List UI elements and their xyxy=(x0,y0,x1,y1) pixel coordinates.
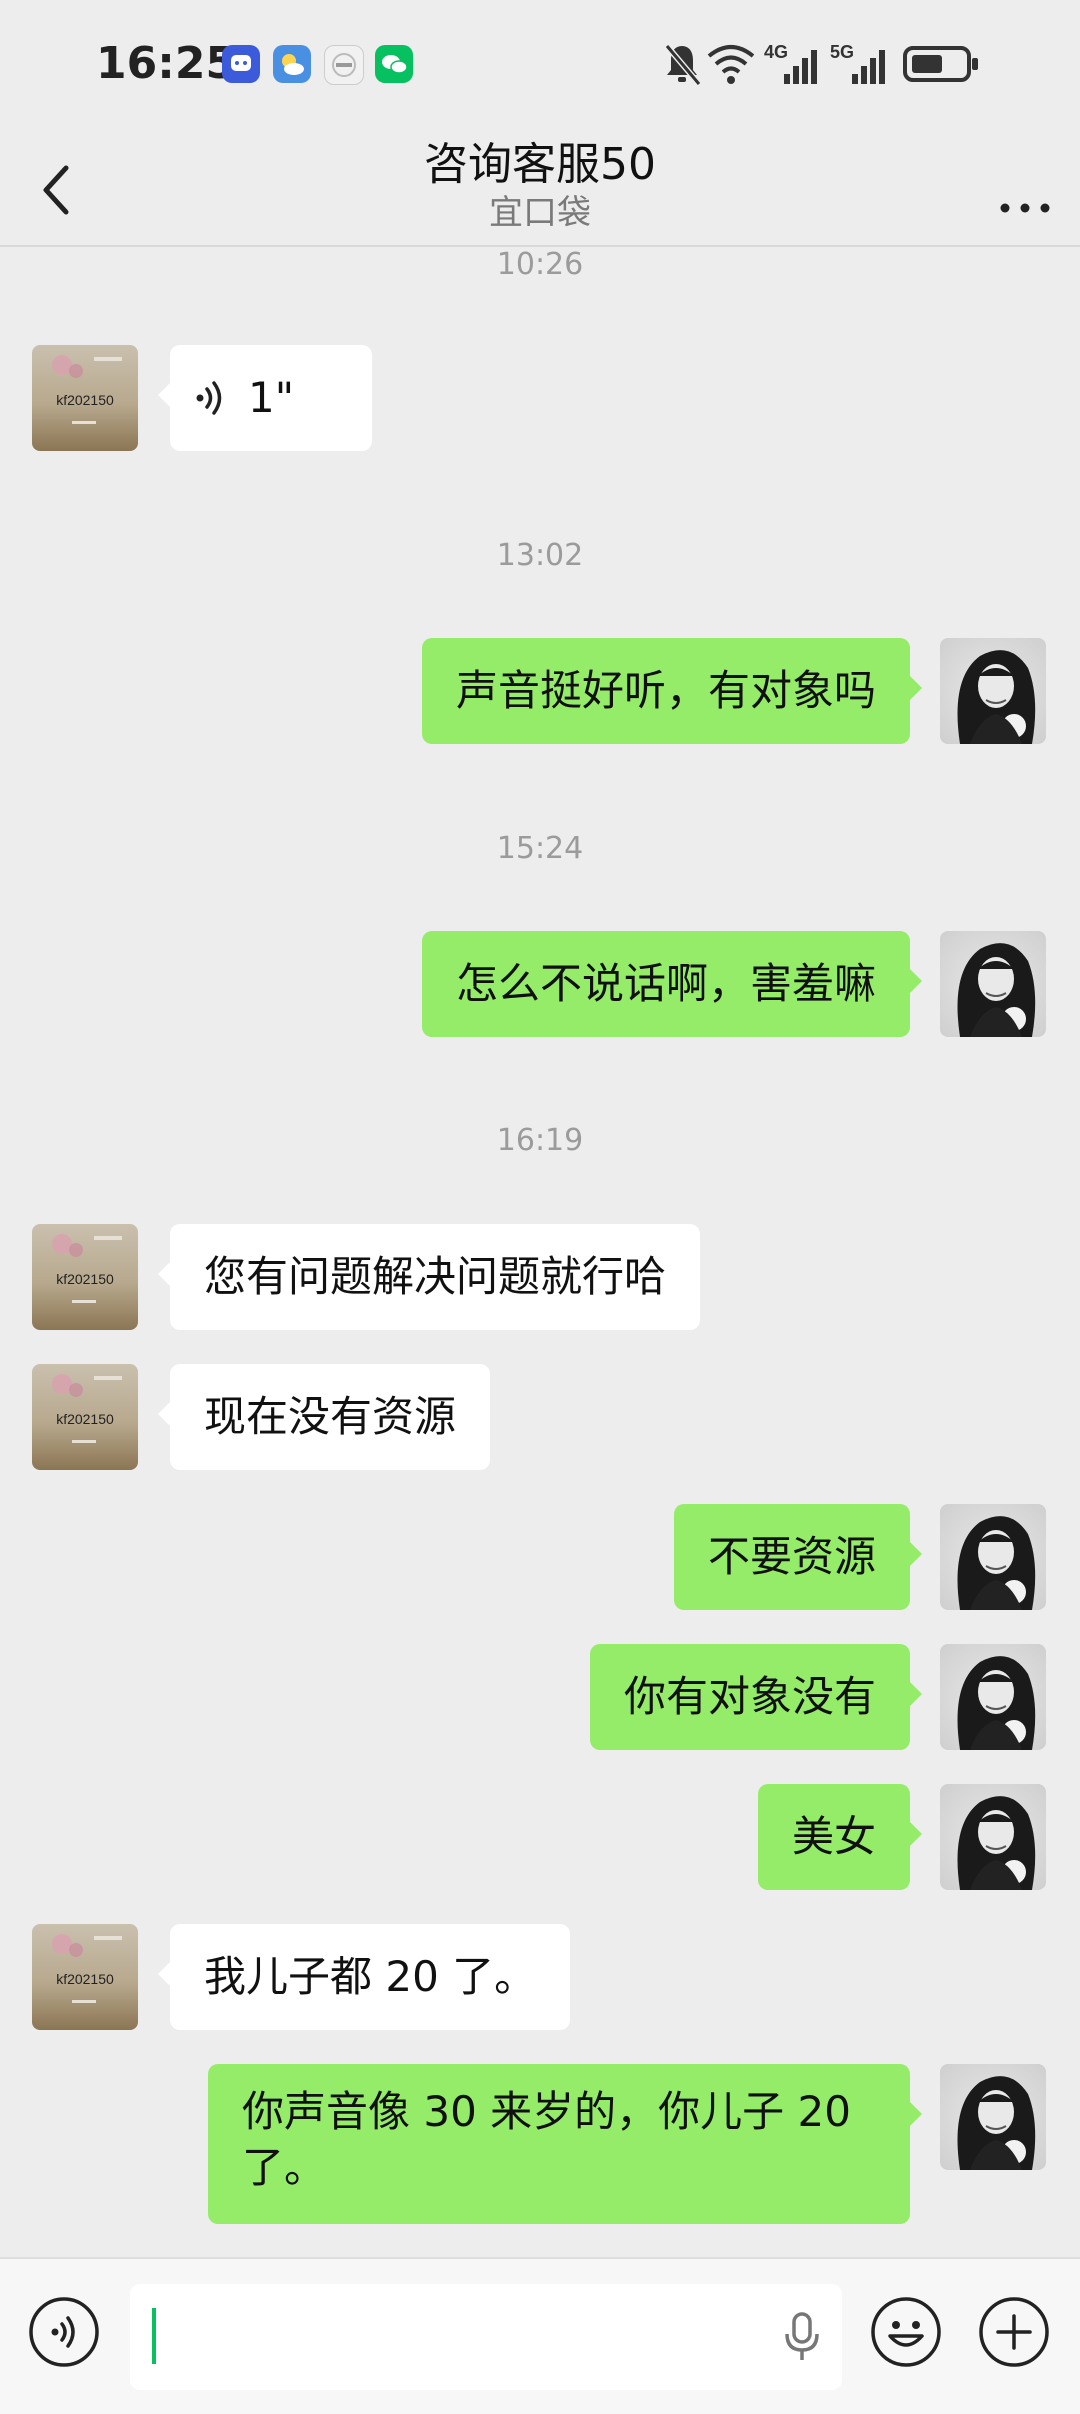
status-time: 16:25 xyxy=(96,38,237,89)
chat-title: 咨询客服50 xyxy=(424,139,656,190)
app-icon-wechat xyxy=(375,45,413,83)
more-actions-button[interactable] xyxy=(978,2296,1050,2368)
my-avatar[interactable] xyxy=(940,1784,1046,1890)
my-avatar[interactable] xyxy=(940,638,1046,744)
voice-mode-button[interactable] xyxy=(28,2296,100,2368)
chat-messages[interactable]: 10:26 kf202150 1" 13:02 声音挺好听，有对象吗 15:24… xyxy=(0,247,1080,2257)
my-avatar[interactable] xyxy=(940,1644,1046,1750)
input-bar xyxy=(0,2257,1080,2414)
emoji-button[interactable] xyxy=(870,2296,942,2368)
signal-4g-label: 4G xyxy=(764,42,788,62)
message-input[interactable] xyxy=(130,2284,842,2390)
voice-wave-icon xyxy=(29,2297,99,2367)
signal-5g-icon: 5G xyxy=(830,42,885,84)
agent-message-bubble[interactable]: 现在没有资源 xyxy=(157,1364,491,1470)
agent-avatar-label: kf202150 xyxy=(56,1971,114,1987)
my-message-bubble[interactable]: 声音挺好听，有对象吗 xyxy=(421,638,923,744)
agent-avatar[interactable]: kf202150 xyxy=(32,345,138,451)
my-avatar[interactable] xyxy=(940,931,1046,1037)
signal-5g-label: 5G xyxy=(830,42,854,62)
more-dots-icon xyxy=(1000,203,1050,213)
app-icon-weather xyxy=(273,45,311,83)
my-message-bubble[interactable]: 不要资源 xyxy=(673,1504,923,1610)
agent-avatar[interactable]: kf202150 xyxy=(32,1924,138,2030)
my-avatar[interactable] xyxy=(940,2064,1046,2170)
emoji-face-icon xyxy=(871,2297,941,2367)
plus-icon xyxy=(979,2297,1049,2367)
voice-message-bubble[interactable]: 1" xyxy=(158,345,372,451)
my-message-bubble[interactable]: 怎么不说话啊，害羞嘛 xyxy=(421,931,923,1037)
agent-avatar[interactable]: kf202150 xyxy=(32,1364,138,1470)
app-icon-chat-bot xyxy=(222,45,260,83)
microphone-icon[interactable] xyxy=(782,2310,822,2364)
wifi-icon xyxy=(707,45,755,84)
voice-wave-icon xyxy=(196,381,222,415)
app-icon-toyo xyxy=(324,45,364,85)
agent-avatar[interactable]: kf202150 xyxy=(32,1224,138,1330)
battery-icon xyxy=(903,46,978,82)
voice-duration: 1" xyxy=(248,373,295,422)
timestamp: 13:02 xyxy=(496,538,584,573)
agent-avatar-label: kf202150 xyxy=(56,1411,114,1427)
agent-message-bubble[interactable]: 您有问题解决问题就行哈 xyxy=(157,1224,701,1330)
timestamp: 16:19 xyxy=(496,1123,584,1158)
chat-subtitle: 宜口袋 xyxy=(489,193,591,233)
my-message-bubble[interactable]: 你声音像 30 来岁的，你儿子 20 了。 xyxy=(208,2064,922,2224)
signal-4g-icon: 4G xyxy=(764,42,817,84)
my-avatar[interactable] xyxy=(940,1504,1046,1610)
agent-message-bubble[interactable]: 我儿子都 20 了。 xyxy=(157,1924,571,2030)
agent-avatar-label: kf202150 xyxy=(56,392,114,408)
agent-avatar-label: kf202150 xyxy=(56,1271,114,1287)
mute-bell-icon xyxy=(664,44,702,86)
timestamp: 15:24 xyxy=(496,831,584,866)
text-caret xyxy=(152,2308,156,2364)
chat-header: 咨询客服50 宜口袋 xyxy=(0,135,1080,245)
timestamp: 10:26 xyxy=(496,247,584,282)
status-bar: 16:25 4G 5G xyxy=(0,0,1080,135)
my-message-bubble[interactable]: 你有对象没有 xyxy=(589,1644,923,1750)
more-options-button[interactable] xyxy=(990,160,1060,220)
my-message-bubble[interactable]: 美女 xyxy=(757,1784,923,1890)
